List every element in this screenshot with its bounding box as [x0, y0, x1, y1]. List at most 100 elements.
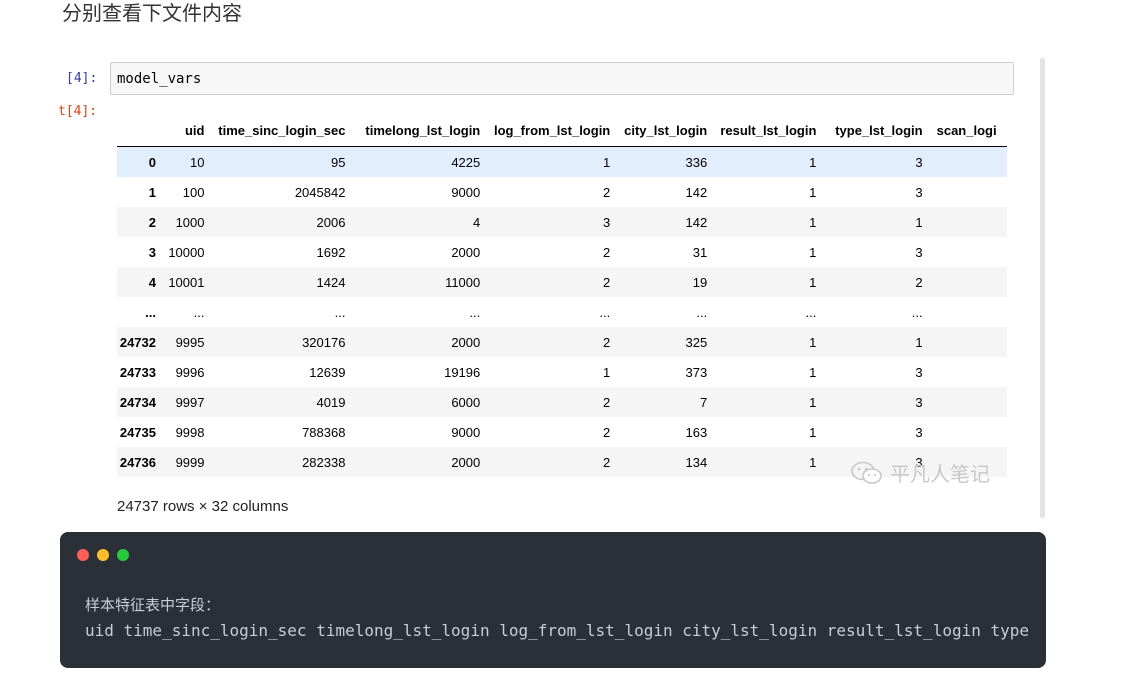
table-cell: 3: [915, 424, 923, 440]
minimize-dot-icon: [97, 549, 109, 561]
table-cell: 788368: [302, 424, 346, 440]
table-cell: [931, 417, 1007, 447]
index-header: [117, 115, 164, 147]
table-cell: [931, 297, 1007, 327]
table-cell: 2006: [316, 214, 346, 230]
table-cell: 3: [915, 364, 923, 380]
table-cell: 1: [603, 364, 611, 380]
table-cell: 2: [603, 424, 611, 440]
table-cell: 2: [603, 244, 611, 260]
table-cell: 6000: [451, 394, 481, 410]
table-cell: 2: [603, 274, 611, 290]
table-cell: 19: [692, 274, 708, 290]
table-cell: 336: [685, 154, 708, 170]
row-index: 24736: [119, 454, 156, 470]
column-header: log_from_lst_login: [488, 115, 619, 147]
table-row: 24735 9998 788368 9000 2 163 1 3: [117, 417, 1007, 447]
dataframe-shape: 24737 rows × 32 columns: [117, 498, 289, 515]
table-cell: ...: [696, 304, 708, 320]
table-cell: 1692: [316, 244, 346, 260]
table-cell: 9995: [175, 334, 205, 350]
table-cell: 9996: [175, 364, 205, 380]
table-cell: 1000: [175, 214, 205, 230]
output-scrollbar[interactable]: [1040, 58, 1045, 518]
table-cell: 4225: [451, 154, 481, 170]
table-cell: 11000: [445, 274, 481, 290]
table-cell: 1: [603, 154, 611, 170]
table-cell: 19196: [444, 364, 481, 380]
close-dot-icon: [77, 549, 89, 561]
table-cell: ...: [805, 304, 817, 320]
code-block: 样本特征表中字段： uid time_sinc_login_sec timelo…: [60, 532, 1046, 668]
column-header: city_lst_login: [618, 115, 716, 147]
table-cell: 2: [915, 274, 923, 290]
row-index: 0: [148, 154, 156, 170]
table-cell: [931, 357, 1007, 387]
table-cell: 1: [809, 424, 817, 440]
column-header: type_lst_login: [824, 115, 931, 147]
column-header: uid: [164, 115, 213, 147]
table-row: 24733 9996 12639 19196 1 373 1 3: [117, 357, 1007, 387]
table-cell: 2000: [451, 334, 481, 350]
column-header: scan_logi: [930, 115, 1007, 147]
table-cell: [931, 177, 1007, 207]
row-index: 3: [148, 244, 156, 260]
table-cell: 282338: [302, 454, 346, 470]
table-cell: 100: [182, 184, 205, 200]
table-cell: [931, 267, 1007, 297]
table-cell: 1: [809, 364, 817, 380]
row-index: 24734: [119, 394, 156, 410]
row-index: 24735: [119, 424, 156, 440]
table-cell: 3: [915, 154, 923, 170]
section-heading: 分别查看下文件内容: [62, 1, 242, 25]
row-index: 24733: [119, 364, 156, 380]
table-cell: 1: [915, 334, 923, 350]
table-cell: 2: [603, 184, 611, 200]
watermark: 平凡人笔记: [850, 458, 990, 487]
table-cell: 95: [330, 154, 346, 170]
table-cell: 12639: [309, 364, 346, 380]
table-cell: 3: [915, 394, 923, 410]
code-line-2: uid time_sinc_login_sec timelong_lst_log…: [85, 621, 1030, 640]
output-prompt: t[4]:: [58, 104, 98, 119]
dataframe-output: uid time_sinc_login_sec timelong_lst_log…: [117, 115, 1007, 485]
table-cell: 7: [699, 394, 708, 410]
watermark-text: 平凡人笔记: [890, 462, 990, 486]
table-cell: [931, 327, 1007, 357]
table-cell: 9999: [175, 454, 205, 470]
table-cell: 325: [685, 334, 708, 350]
table-cell: 2: [603, 394, 611, 410]
table-cell: [931, 237, 1007, 267]
table-cell: ...: [599, 304, 611, 320]
column-header: timelong_lst_login: [353, 115, 489, 147]
table-cell: 9997: [175, 394, 205, 410]
table-cell: 142: [685, 214, 708, 230]
table-cell: 3: [603, 214, 611, 230]
table-cell: 10001: [168, 274, 205, 290]
table-cell: 9000: [451, 184, 481, 200]
code-line-1: 样本特征表中字段：: [85, 596, 221, 614]
table-row: 24734 9997 4019 6000 2 7 1 3: [117, 387, 1007, 417]
table-row: 1 100 2045842 9000 2 142 1 3: [117, 177, 1007, 207]
table-cell: 2: [603, 334, 611, 350]
maximize-dot-icon: [117, 549, 129, 561]
table-cell: 31: [692, 244, 708, 260]
window-controls: [77, 549, 129, 561]
table-cell: 3: [915, 184, 923, 200]
table-header-row: uid time_sinc_login_sec timelong_lst_log…: [117, 115, 1007, 147]
table-cell: 4: [473, 214, 481, 230]
table-cell: 4019: [316, 394, 346, 410]
table-cell: [931, 207, 1007, 237]
code-input-cell[interactable]: model_vars: [110, 62, 1014, 95]
table-cell: ...: [334, 304, 346, 320]
table-row: 2 1000 2006 4 3 142 1 1: [117, 207, 1007, 237]
table-row: ........................: [117, 297, 1007, 327]
table-row: 3 10000 1692 2000 2 31 1 3: [117, 237, 1007, 267]
table-cell: 320176: [302, 334, 346, 350]
code-input-text: model_vars: [117, 71, 202, 87]
table-cell: 9000: [451, 424, 481, 440]
table-cell: [931, 387, 1007, 417]
table-cell: 142: [685, 184, 708, 200]
table-cell: 9998: [175, 424, 205, 440]
table-cell: 2045842: [294, 184, 346, 200]
